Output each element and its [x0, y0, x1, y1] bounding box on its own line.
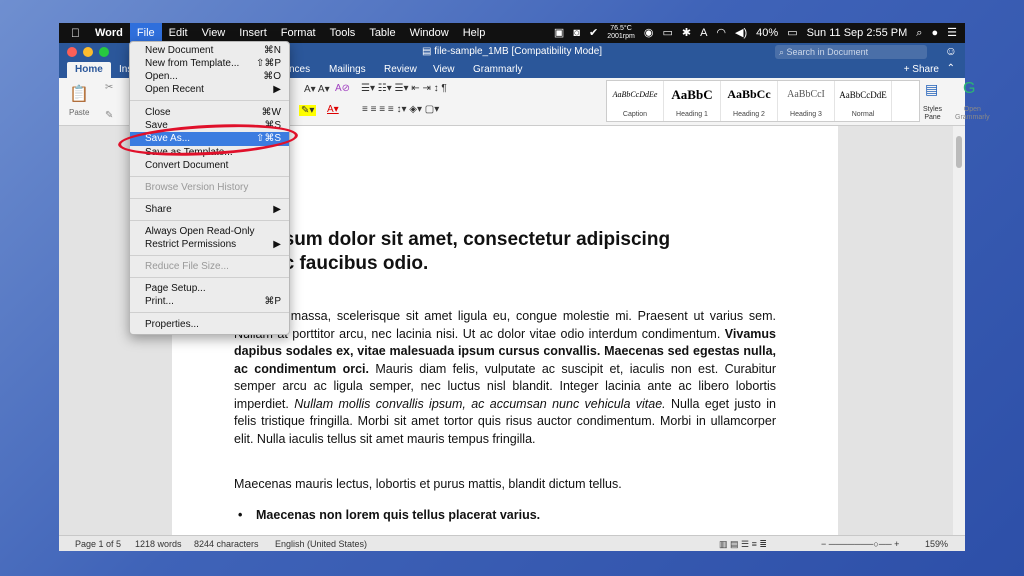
temperature-readout[interactable]: 76.5°C 2001rpm	[607, 25, 635, 41]
menu-item-browse-version-history: Browse Version History	[145, 182, 249, 193]
view-mode-buttons[interactable]: ▥ ▤ ☰ ≡ ≣	[719, 539, 767, 550]
feedback-smiley-icon[interactable]: ☺	[945, 44, 957, 58]
menu-format[interactable]: Format	[274, 23, 323, 43]
character-count: 8244 characters	[194, 539, 259, 549]
menu-window[interactable]: Window	[403, 23, 456, 43]
vertical-scrollbar[interactable]	[953, 126, 965, 535]
cloud-icon[interactable]: ▣	[554, 23, 564, 43]
menu-separator	[130, 277, 289, 278]
style-caption[interactable]: AaBbCcDdEe Caption	[607, 81, 664, 121]
notification-center-icon[interactable]: ☰	[947, 23, 957, 43]
menu-help[interactable]: Help	[456, 23, 493, 43]
menu-separator	[130, 198, 289, 199]
styles-pane-icon[interactable]: ▤	[925, 81, 938, 98]
menu-item-convert-document[interactable]: Convert Document	[130, 159, 289, 173]
document-heading[interactable]: em ipsum dolor sit amet, consectetur adi…	[234, 228, 774, 276]
menu-tools[interactable]: Tools	[323, 23, 363, 43]
tab-view[interactable]: View	[433, 64, 455, 75]
open-grammarly-label[interactable]: Open Grammarly	[955, 106, 990, 122]
menu-edit[interactable]: Edit	[162, 23, 195, 43]
word-count[interactable]: 1218 words	[135, 539, 182, 549]
menu-item-new-document[interactable]: New Document ⌘N	[130, 44, 289, 58]
tab-home[interactable]: Home	[67, 62, 111, 78]
menu-item-always-open-read-only[interactable]: Always Open Read-Only	[130, 225, 289, 239]
menu-item-share[interactable]: Share ▶	[130, 203, 289, 217]
style-normal[interactable]: AaBbCcDdE Normal	[835, 81, 892, 121]
menubar-status-area: ▣ ◙ ✔ 76.5°C 2001rpm ◉ ▭ ✱ A ◠ ◀) 40% ▭ S…	[554, 23, 965, 43]
menu-item-open[interactable]: Open... ⌘O	[130, 70, 289, 84]
paste-label[interactable]: Paste	[69, 108, 89, 117]
macos-menubar:  Word File Edit View Insert Format Tool…	[59, 23, 965, 43]
bluetooth-icon[interactable]: ✱	[682, 23, 691, 43]
menu-item-properties[interactable]: Properties...	[130, 318, 289, 332]
styles-gallery: AaBbCcDdEe Caption AaBbC Heading 1 AaBbCc H…	[606, 80, 920, 122]
menu-item-print[interactable]: Print... ⌘P	[130, 295, 289, 309]
menu-file[interactable]: File	[129, 23, 162, 43]
document-bullet-item[interactable]: Maecenas non lorem quis tellus placerat …	[238, 508, 540, 522]
input-source-icon[interactable]: A	[700, 23, 707, 43]
battery-percent[interactable]: 40%	[756, 23, 778, 43]
alignment-buttons[interactable]: ≡ ≡ ≡ ≡ ↕▾ ◈▾ ▢▾	[362, 104, 439, 115]
status-bar: Page 1 of 5 1218 words 8244 characters E…	[59, 535, 965, 551]
document-paragraph-1[interactable]: m neque massa, scelerisque sit amet ligu…	[234, 308, 776, 448]
paste-icon[interactable]: 📋	[69, 84, 89, 104]
menu-separator	[130, 100, 289, 101]
menu-insert[interactable]: Insert	[232, 23, 274, 43]
clear-formatting-icon[interactable]: A⊘	[335, 83, 350, 94]
menu-item-close[interactable]: Close ⌘W	[130, 106, 289, 120]
clock[interactable]: Sun 11 Sep 2:55 PM	[807, 23, 908, 43]
font-size-controls[interactable]: A▾ A▾	[304, 84, 330, 95]
list-buttons[interactable]: ☰▾ ☷▾ ☰▾ ⇤ ⇥ ↕ ¶	[361, 83, 447, 94]
menu-table[interactable]: Table	[362, 23, 402, 43]
search-document-input[interactable]: ⌕ Search in Document	[775, 45, 927, 59]
menu-item-open-recent[interactable]: Open Recent ▶	[130, 83, 289, 97]
font-color-icon[interactable]: A▾	[327, 104, 339, 115]
language-indicator[interactable]: English (United States)	[275, 539, 367, 549]
tab-references[interactable]: nces	[289, 64, 310, 75]
file-menu-dropdown: New Document ⌘N New from Template... ⇧⌘P O…	[129, 41, 290, 335]
styles-pane-label[interactable]: Styles Pane	[923, 106, 942, 122]
collapse-ribbon-icon[interactable]: ⌃	[947, 63, 955, 74]
volume-icon[interactable]: ◀)	[735, 23, 747, 43]
grammarly-icon[interactable]: G	[963, 80, 975, 98]
format-painter-icon[interactable]: ✎	[105, 110, 113, 121]
tab-review[interactable]: Review	[384, 64, 417, 75]
zoom-slider[interactable]: − ───────○── +	[821, 539, 899, 549]
highlight-color-icon[interactable]: ✎▾	[299, 105, 317, 116]
style-heading-1[interactable]: AaBbC Heading 1	[664, 81, 721, 121]
menu-separator	[130, 312, 289, 313]
menu-view[interactable]: View	[195, 23, 233, 43]
menu-separator	[130, 220, 289, 221]
status-app-icon[interactable]: ◙	[573, 23, 580, 43]
menu-separator	[130, 176, 289, 177]
battery-icon[interactable]: ▭	[787, 23, 797, 43]
tab-grammarly[interactable]: Grammarly	[473, 64, 522, 75]
apple-icon[interactable]: 	[59, 23, 88, 43]
search-icon: ⌕	[779, 47, 787, 57]
share-button[interactable]: + Share	[904, 64, 939, 75]
document-icon: ▤	[421, 46, 435, 57]
page-count[interactable]: Page 1 of 5	[75, 539, 121, 549]
screen-icon[interactable]: ▭	[662, 23, 672, 43]
tab-mailings[interactable]: Mailings	[329, 64, 366, 75]
check-icon[interactable]: ✔	[589, 23, 598, 43]
menu-separator	[130, 255, 289, 256]
menu-item-page-setup[interactable]: Page Setup...	[130, 282, 289, 296]
document-paragraph-2[interactable]: Maecenas mauris lectus, lobortis et puru…	[234, 476, 776, 494]
menu-item-restrict-permissions[interactable]: Restrict Permissions ▶	[130, 238, 289, 252]
app-menu-word[interactable]: Word	[88, 23, 130, 43]
menu-item-new-from-template[interactable]: New from Template... ⇧⌘P	[130, 57, 289, 71]
grammarly-status-icon[interactable]: ◉	[644, 23, 654, 43]
spotlight-icon[interactable]: ⌕	[916, 23, 922, 43]
siri-icon[interactable]: ●	[931, 23, 938, 43]
scrollbar-thumb[interactable]	[956, 136, 962, 168]
wifi-icon[interactable]: ◠	[716, 23, 726, 43]
menu-item-reduce-file-size: Reduce File Size...	[145, 261, 229, 272]
style-heading-2[interactable]: AaBbCc Heading 2	[721, 81, 778, 121]
style-heading-3[interactable]: AaBbCcI Heading 3	[778, 81, 835, 121]
zoom-level[interactable]: 159%	[925, 539, 948, 549]
cut-icon[interactable]: ✂	[105, 82, 113, 93]
